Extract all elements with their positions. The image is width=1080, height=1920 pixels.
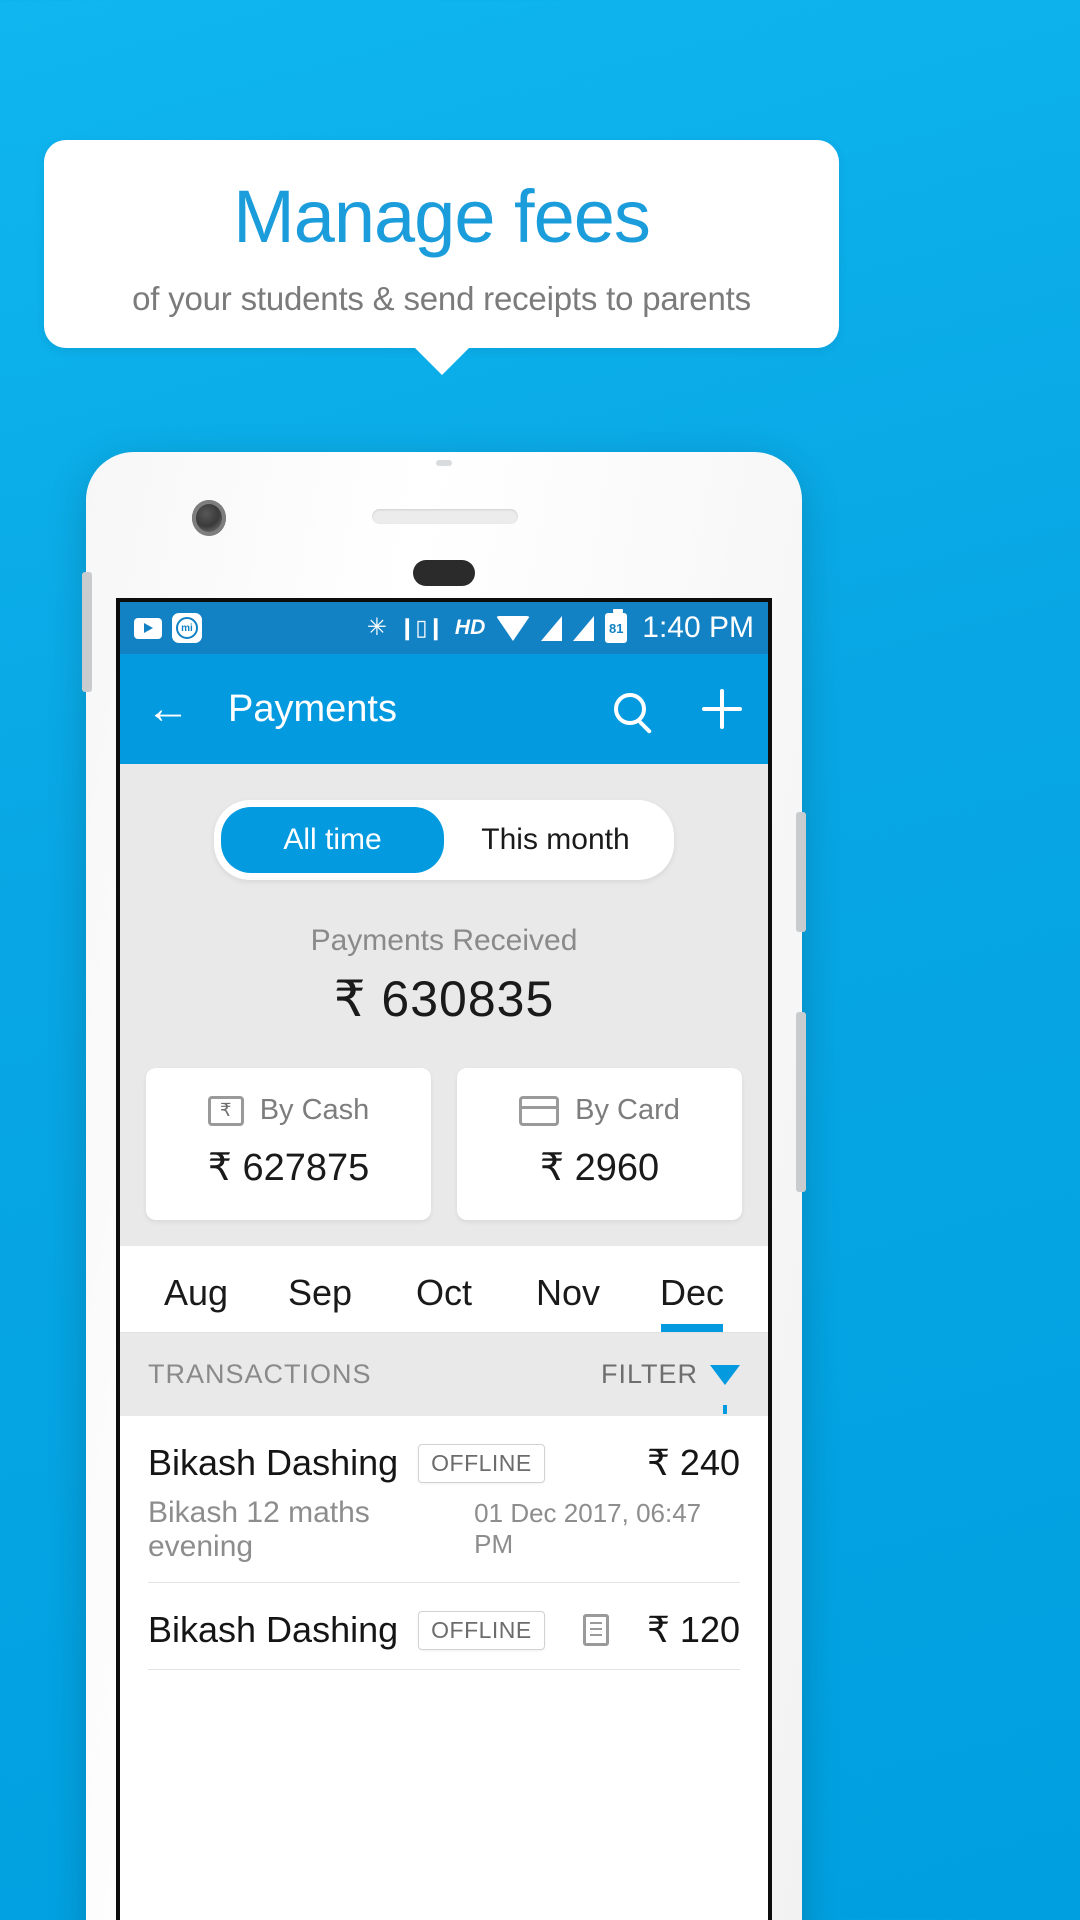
battery-icon: 81 xyxy=(605,609,628,643)
funnel-icon xyxy=(710,1364,740,1414)
by-card-card[interactable]: By Card ₹ 2960 xyxy=(457,1068,742,1220)
payments-received-label: Payments Received xyxy=(310,924,578,957)
wifi-icon xyxy=(496,615,531,641)
earpiece-speaker xyxy=(372,509,518,524)
by-card-label: By Card xyxy=(575,1094,680,1126)
search-icon[interactable] xyxy=(614,693,646,725)
table-row[interactable]: Bikash Dashing OFFLINE ₹ 240 Bikash 12 m… xyxy=(148,1416,740,1583)
plus-icon[interactable] xyxy=(702,689,742,729)
transaction-name: Bikash Dashing xyxy=(148,1442,399,1483)
home-button[interactable] xyxy=(413,560,475,586)
phone-right-button xyxy=(796,812,806,932)
month-tab-nov[interactable]: Nov xyxy=(506,1246,630,1332)
time-range-toggle[interactable]: All time This month xyxy=(214,800,674,880)
bubble-tail xyxy=(411,344,472,375)
phone-left-button xyxy=(82,572,92,692)
transactions-list: Bikash Dashing OFFLINE ₹ 240 Bikash 12 m… xyxy=(120,1416,768,1670)
by-cash-card[interactable]: ₹ By Cash ₹ 627875 xyxy=(146,1068,431,1220)
summary-panel: All time This month Payments Received ₹ … xyxy=(120,764,768,1246)
status-bar: mi ✳ ❙▯❙ HD 81 1:40 PM xyxy=(120,602,768,654)
phone-volume-button xyxy=(796,1012,806,1192)
promo-banner: Manage fees of your students & send rece… xyxy=(44,140,839,375)
status-badge: OFFLINE xyxy=(418,1610,545,1650)
month-tab-sep[interactable]: Sep xyxy=(258,1246,382,1332)
transaction-amount: ₹ 120 xyxy=(647,1609,740,1650)
signal-icon-2 xyxy=(573,615,595,641)
transactions-header: TRANSACTIONS FILTER xyxy=(120,1333,768,1416)
back-icon[interactable]: ← xyxy=(146,687,190,731)
signal-icon xyxy=(541,615,563,641)
promo-subtitle: of your students & send receipts to pare… xyxy=(132,279,751,317)
by-cash-label: By Cash xyxy=(259,1094,370,1126)
transaction-date: 01 Dec 2017, 06:47 PM xyxy=(474,1498,702,1559)
status-time: 1:40 PM xyxy=(642,611,754,644)
app-bar: ← Payments xyxy=(120,654,768,764)
phone-mockup: mi ✳ ❙▯❙ HD 81 1:40 PM ← Payments All ti… xyxy=(82,452,806,1920)
payment-method-cards: ₹ By Cash ₹ 627875 By Card ₹ 2960 xyxy=(120,1068,768,1220)
proximity-sensor-icon xyxy=(436,460,452,466)
filter-label: FILTER xyxy=(600,1359,698,1389)
transaction-name: Bikash Dashing xyxy=(148,1609,399,1650)
hd-icon: HD xyxy=(454,616,486,639)
promo-bubble: Manage fees of your students & send rece… xyxy=(44,140,839,348)
segment-this-month[interactable]: This month xyxy=(444,807,667,873)
transaction-subtitle: Bikash 12 maths evening xyxy=(148,1496,370,1563)
credit-card-icon xyxy=(519,1095,560,1126)
rupee-note-icon: ₹ xyxy=(207,1095,244,1126)
transaction-amount: ₹ 240 xyxy=(647,1442,740,1483)
mi-app-icon: mi xyxy=(172,613,202,643)
page-title: Payments xyxy=(228,687,397,730)
by-cash-amount: ₹ 627875 xyxy=(207,1147,370,1189)
filter-button[interactable]: FILTER xyxy=(600,1359,740,1414)
month-tab-aug[interactable]: Aug xyxy=(134,1246,258,1332)
front-camera-icon xyxy=(192,500,226,536)
month-tab-dec[interactable]: Dec xyxy=(630,1246,754,1332)
segment-all-time[interactable]: All time xyxy=(221,807,444,873)
month-tab-oct[interactable]: Oct xyxy=(382,1246,506,1332)
transactions-label: TRANSACTIONS xyxy=(148,1359,372,1389)
status-badge: OFFLINE xyxy=(418,1443,545,1483)
phone-screen: mi ✳ ❙▯❙ HD 81 1:40 PM ← Payments All ti… xyxy=(116,598,772,1920)
vibrate-icon: ❙▯❙ xyxy=(397,615,445,640)
bluetooth-icon: ✳ xyxy=(366,614,387,641)
youtube-icon xyxy=(134,617,162,639)
month-tabs[interactable]: Aug Sep Oct Nov Dec xyxy=(120,1246,768,1333)
table-row[interactable]: Bikash Dashing OFFLINE ₹ 120 xyxy=(148,1583,740,1670)
receipt-icon[interactable] xyxy=(583,1614,610,1646)
promo-title: Manage fees xyxy=(233,175,651,258)
by-card-amount: ₹ 2960 xyxy=(539,1147,660,1189)
payments-received-amount: ₹ 630835 xyxy=(333,971,555,1027)
